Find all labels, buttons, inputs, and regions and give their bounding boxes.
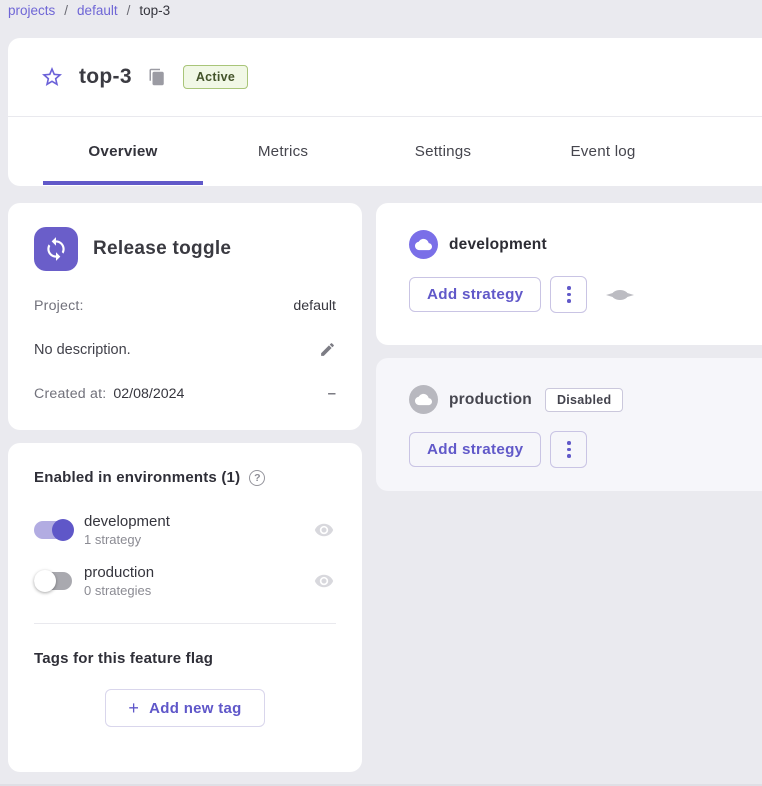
environment-strategy-count: 0 strategies [84, 583, 154, 598]
empty-value-dash: – [328, 385, 336, 402]
help-icon[interactable]: ? [249, 470, 265, 486]
tab-overview[interactable]: Overview [43, 117, 203, 185]
description-text: No description. [34, 342, 131, 358]
project-value: default [293, 298, 336, 314]
cloud-icon [409, 385, 438, 414]
environment-row-production: production 0 strategies [34, 564, 336, 598]
active-tab-indicator [43, 181, 203, 185]
environment-name: production [84, 564, 154, 581]
add-new-tag-label: Add new tag [149, 700, 241, 717]
project-label: Project: [34, 298, 84, 314]
feature-title-row: top-3 Active [8, 38, 762, 117]
page-title: top-3 [79, 65, 132, 89]
tab-settings[interactable]: Settings [363, 117, 523, 185]
feature-overview-card: Release toggle Project: default No descr… [8, 203, 362, 430]
production-toggle[interactable] [34, 570, 74, 592]
environment-panel-title: development [449, 236, 547, 254]
enabled-environments-section: Enabled in environments (1) ? developmen… [8, 443, 362, 624]
enabled-environments-title: Enabled in environments (1) [34, 469, 240, 486]
feature-type-label: Release toggle [93, 238, 231, 260]
feature-header-card: top-3 Active Overview Metrics Settings E… [8, 38, 762, 186]
kebab-menu-icon [567, 286, 571, 290]
edit-pencil-icon [319, 341, 336, 358]
release-toggle-icon [34, 227, 78, 271]
breadcrumb-link-projects[interactable]: projects [8, 3, 55, 18]
environment-name: development [84, 513, 170, 530]
tags-section-title: Tags for this feature flag [34, 650, 336, 667]
created-at-row: Created at: 02/08/2024 – [34, 385, 336, 402]
environment-panel-development: development Add strategy [376, 203, 762, 345]
feature-type-row: Release toggle [34, 227, 336, 271]
copy-icon [148, 68, 166, 86]
tab-bar: Overview Metrics Settings Event log [8, 117, 762, 185]
eye-icon[interactable] [314, 571, 334, 591]
tags-section: Tags for this feature flag + Add new tag [8, 624, 362, 727]
environments-card: Enabled in environments (1) ? developmen… [8, 443, 362, 772]
disabled-badge: Disabled [545, 388, 624, 412]
tab-metrics[interactable]: Metrics [203, 117, 363, 185]
edit-description-button[interactable] [319, 341, 336, 358]
plus-icon: + [128, 699, 139, 717]
breadcrumb-current-page: top-3 [139, 3, 170, 18]
tab-event-log[interactable]: Event log [523, 117, 683, 185]
environment-strategy-count: 1 strategy [84, 532, 170, 547]
breadcrumb: projects / default / top-3 [8, 3, 170, 18]
spindle-icon [606, 290, 634, 300]
description-row: No description. [34, 341, 336, 358]
environment-panel-production: production Disabled Add strategy [376, 358, 762, 491]
status-badge: Active [183, 65, 248, 89]
add-new-tag-button[interactable]: + Add new tag [105, 689, 264, 727]
eye-icon[interactable] [314, 520, 334, 540]
add-strategy-button[interactable]: Add strategy [409, 432, 541, 467]
environment-panel-title: production [449, 391, 532, 409]
created-at-label: Created at: [34, 386, 106, 402]
breadcrumb-separator: / [127, 3, 131, 18]
project-row: Project: default [34, 298, 336, 314]
favorite-star-icon[interactable] [40, 65, 64, 89]
breadcrumb-separator: / [64, 3, 68, 18]
development-toggle[interactable] [34, 519, 74, 541]
kebab-menu-icon [567, 441, 571, 445]
copy-name-button[interactable] [148, 68, 166, 86]
add-strategy-button[interactable]: Add strategy [409, 277, 541, 312]
environment-row-development: development 1 strategy [34, 513, 336, 547]
created-at-value: 02/08/2024 [113, 386, 184, 402]
environment-menu-button[interactable] [550, 276, 587, 313]
breadcrumb-link-default[interactable]: default [77, 3, 118, 18]
cloud-icon [409, 230, 438, 259]
environment-menu-button[interactable] [550, 431, 587, 468]
